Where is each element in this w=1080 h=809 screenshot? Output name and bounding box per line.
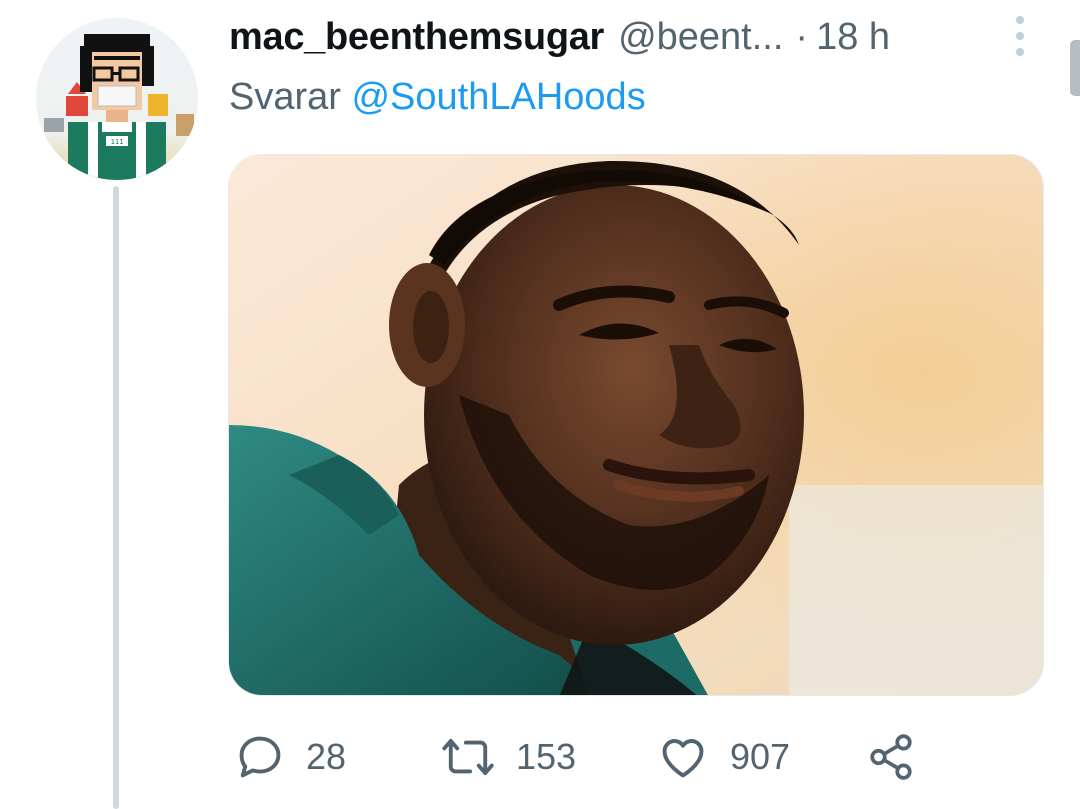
reply-count: 28 [306, 736, 347, 777]
like-count: 907 [730, 736, 791, 777]
svg-text:111: 111 [111, 138, 124, 146]
reply-button[interactable]: 28 [234, 722, 346, 792]
photo-of-smiling-man-icon [229, 155, 1043, 695]
replying-to: Svarar @SouthLAHoods [229, 76, 646, 119]
display-name[interactable]: mac_beenthemsugar [229, 16, 604, 59]
pixel-art-avatar-icon: 111 [36, 18, 198, 180]
timestamp[interactable]: 18 h [816, 16, 890, 59]
share-button[interactable] [866, 722, 916, 792]
retweet-count: 153 [516, 736, 577, 777]
tweet-header: mac_beenthemsugar @beent... · 18 h [229, 12, 1010, 62]
tweet-action-bar: 28 153 907 [0, 722, 1080, 792]
heart-icon [662, 739, 704, 778]
more-options-icon[interactable] [1005, 14, 1035, 58]
reply-to-mention-link[interactable]: @SouthLAHoods [351, 76, 645, 118]
like-button[interactable]: 907 [656, 722, 790, 792]
separator-dot: · [795, 15, 809, 58]
thread-connector-line [113, 186, 119, 809]
retweet-button[interactable]: 153 [440, 722, 576, 792]
retweet-icon [442, 738, 494, 776]
user-handle[interactable]: @beent... [618, 16, 783, 59]
tweet-media-image[interactable] [228, 154, 1044, 696]
scrollbar-thumb[interactable] [1070, 40, 1080, 96]
share-icon [870, 734, 912, 780]
avatar[interactable]: 111 [36, 18, 198, 180]
reply-prefix: Svarar [229, 76, 341, 118]
reply-icon [239, 736, 281, 778]
